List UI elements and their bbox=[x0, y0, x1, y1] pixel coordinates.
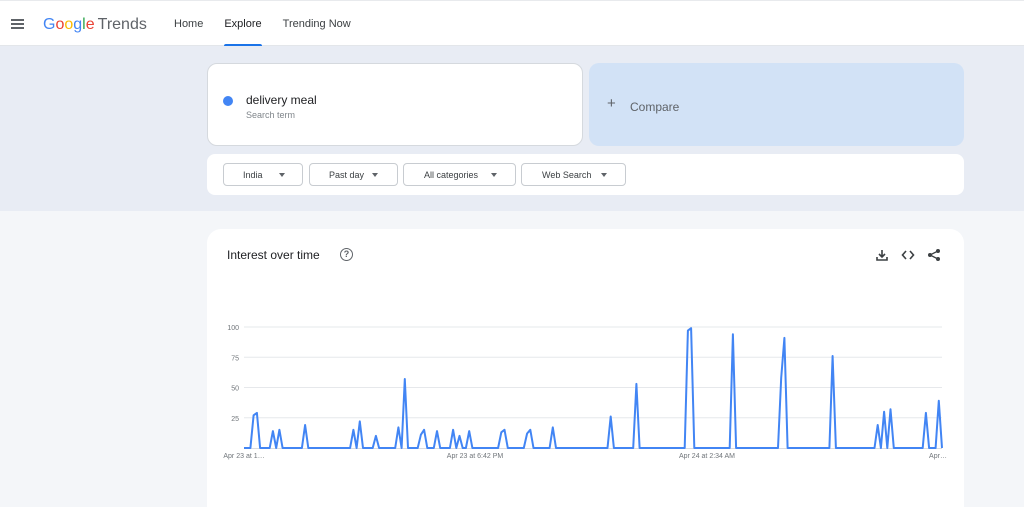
dropdown-arrow-icon bbox=[279, 173, 285, 177]
main-nav: Home Explore Trending Now bbox=[174, 1, 372, 47]
dropdown-arrow-icon bbox=[372, 173, 378, 177]
x-tick-label: Apr… bbox=[929, 453, 947, 460]
compare-label: Compare bbox=[630, 100, 680, 114]
x-tick-label: Apr 23 at 6:42 PM bbox=[447, 453, 504, 460]
x-axis-ticks: Apr 23 at 1… Apr 23 at 6:42 PM Apr 24 at 2… bbox=[223, 453, 947, 460]
search-term-card[interactable]: delivery meal Search term bbox=[207, 63, 583, 146]
y-tick-label: 75 bbox=[231, 355, 239, 362]
compare-button[interactable]: + Compare bbox=[589, 63, 964, 146]
menu-icon[interactable] bbox=[11, 19, 24, 29]
y-tick-label: 100 bbox=[227, 325, 239, 332]
y-tick-label: 50 bbox=[231, 386, 239, 393]
search-term-subtitle: Search term bbox=[246, 110, 296, 120]
x-tick-label: Apr 23 at 1… bbox=[223, 453, 264, 460]
nav-home[interactable]: Home bbox=[174, 1, 203, 47]
x-tick-label: Apr 24 at 2:34 AM bbox=[679, 453, 735, 460]
chart-series bbox=[244, 327, 943, 449]
y-tick-label: 25 bbox=[231, 416, 239, 423]
google-trends-logo[interactable]: Google Trends bbox=[43, 16, 147, 34]
dropdown-arrow-icon bbox=[491, 173, 497, 177]
nav-explore[interactable]: Explore bbox=[224, 1, 262, 47]
search-term-name[interactable]: delivery meal bbox=[246, 93, 317, 107]
category-dropdown[interactable]: All categories bbox=[403, 163, 516, 186]
y-axis-ticks: 25 50 75 100 bbox=[227, 325, 239, 423]
top-app-bar: Google Trends Home Explore Trending Now bbox=[0, 0, 1024, 47]
filter-bar: India Past day All categories Web Search bbox=[207, 154, 964, 195]
search-type-dropdown[interactable]: Web Search bbox=[521, 163, 626, 186]
location-dropdown[interactable]: India bbox=[223, 163, 303, 186]
time-range-dropdown[interactable]: Past day bbox=[309, 163, 398, 186]
nav-trending-now[interactable]: Trending Now bbox=[283, 1, 351, 47]
interest-over-time-card: Interest over time ? 25 50 75 100 Apr 23 at… bbox=[207, 229, 964, 507]
series-line-delivery-meal[interactable] bbox=[244, 327, 943, 449]
plus-icon: + bbox=[607, 95, 616, 112]
chart-gridlines bbox=[244, 326, 942, 449]
series-color-dot bbox=[223, 96, 233, 106]
interest-line-chart[interactable]: 255075100 Apr 23 at 1… Apr 23 at 6:42 PM A… bbox=[207, 229, 964, 507]
dropdown-arrow-icon bbox=[601, 173, 607, 177]
